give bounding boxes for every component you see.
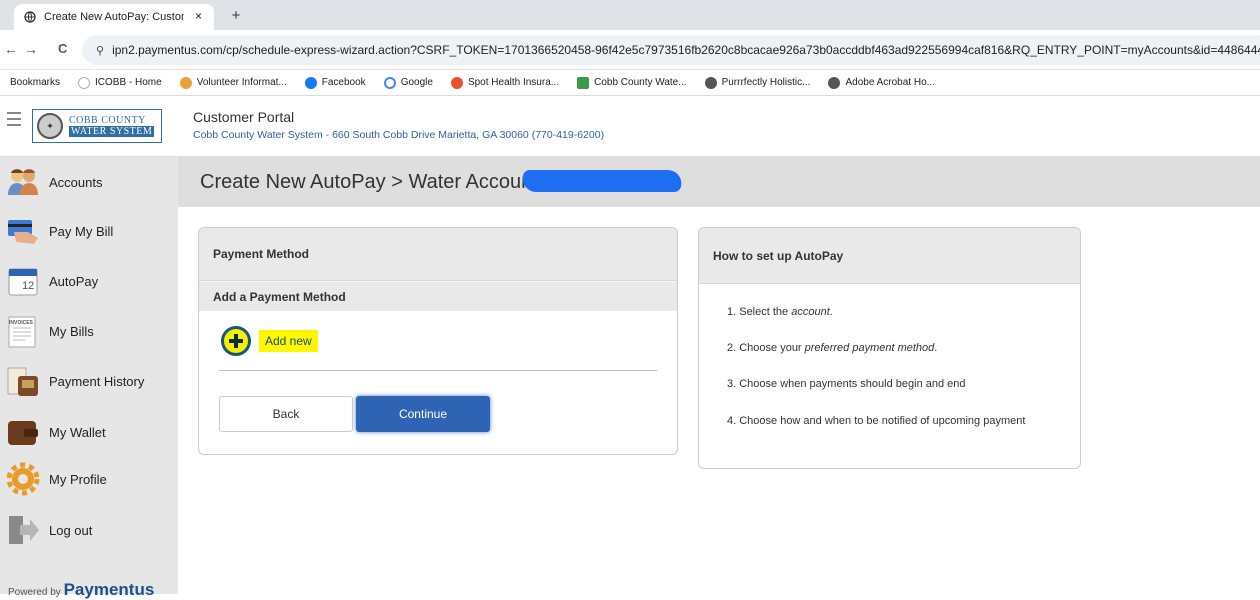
logout-icon (9, 516, 39, 544)
bookmarks-bar: Bookmarks ICOBB - Home Volunteer Informa… (0, 70, 1260, 96)
sidebar-item-label: My Profile (49, 471, 107, 487)
payment-history-icon (7, 367, 38, 396)
add-new-label[interactable]: Add new (259, 330, 318, 352)
url-text: ipn2.paymentus.com/cp/schedule-express-w… (112, 43, 1260, 57)
credit-card-icon (8, 220, 38, 244)
gear-icon (6, 462, 40, 496)
bookmark-icon (577, 76, 590, 89)
card-subheader: Add a Payment Method (199, 281, 677, 311)
facebook-icon (304, 76, 317, 89)
globe-icon (24, 11, 36, 23)
page-title-banner: Create New AutoPay > Water Account # (178, 157, 1260, 207)
payment-method-card: Payment Method Add a Payment Method Add … (198, 227, 678, 455)
howto-step-1: 1. Select the account. (727, 306, 833, 318)
users-icon (8, 169, 38, 195)
card-header: Payment Method (199, 228, 677, 281)
globe-icon (704, 76, 717, 89)
bookmark-icon (179, 76, 192, 89)
bookmark-adobe[interactable]: Adobe Acrobat Ho... (828, 76, 935, 89)
back-arrow-icon[interactable]: ← (4, 41, 18, 57)
bookmark-label: Volunteer Informat... (196, 77, 287, 88)
sidebar-item-label: AutoPay (49, 273, 99, 289)
redaction-mark (520, 170, 684, 192)
sidebar-item-label: Accounts (49, 174, 103, 190)
howto-step-2: 2. Choose your preferred payment method. (727, 342, 938, 354)
sidebar-item-my-bills[interactable]: INVOICES My Bills (0, 311, 178, 351)
howto-step-3: 3. Choose when payments should begin and… (727, 378, 966, 390)
bookmark-icon (450, 76, 463, 89)
logo-line2: WATER SYSTEM (69, 126, 155, 137)
browser-tab-strip: Create New AutoPay: Custome × + (0, 0, 1260, 30)
portal-title: Customer Portal (193, 109, 295, 125)
bookmark-spot-health[interactable]: Spot Health Insura... (450, 76, 560, 89)
invoice-label: INVOICES (9, 320, 33, 326)
sidebar-item-label: Payment History (49, 373, 145, 389)
bookmark-cobb-water[interactable]: Cobb County Wate... (577, 76, 687, 89)
paymentus-logo: Paymentus (63, 580, 155, 599)
howto-step-4: 4. Choose how and when to be notified of… (727, 415, 1026, 427)
sidebar: Accounts Pay My Bill 12 AutoPay INVOICES… (0, 157, 178, 599)
powered-by-paymentus[interactable]: Powered by Paymentus (8, 580, 154, 600)
calendar-day: 12 (22, 280, 35, 292)
globe-icon (828, 76, 841, 89)
sidebar-item-log-out[interactable]: Log out (0, 510, 178, 550)
continue-button[interactable]: Continue (356, 396, 490, 432)
new-tab-button[interactable]: + (226, 7, 246, 25)
forward-arrow-icon[interactable]: → (24, 41, 38, 57)
hamburger-menu-icon[interactable] (7, 112, 21, 126)
sidebar-item-accounts[interactable]: Accounts (0, 162, 178, 202)
card-header: How to set up AutoPay (699, 228, 1080, 284)
bookmark-label: Google (400, 77, 433, 88)
sidebar-item-label: My Bills (49, 323, 94, 339)
bookmark-label: Facebook (321, 77, 366, 88)
bookmark-label: Purrrfectly Holistic... (721, 77, 811, 88)
address-toolbar: ← → C ⚲ ipn2.paymentus.com/cp/schedule-e… (0, 30, 1260, 70)
sidebar-item-my-profile[interactable]: My Profile (0, 459, 178, 499)
tab-title: Create New AutoPay: Custome (44, 11, 184, 23)
back-button[interactable]: Back (219, 396, 353, 432)
logo-line1: COBB COUNTY (69, 115, 146, 126)
bookmark-volunteer[interactable]: Volunteer Informat... (179, 76, 287, 89)
sidebar-item-label: Log out (49, 522, 93, 538)
site-header: ✦ COBB COUNTY WATER SYSTEM Customer Port… (0, 97, 1260, 157)
plus-circle-icon[interactable] (221, 326, 251, 356)
page-title: Create New AutoPay > Water Account # (200, 171, 555, 193)
powered-prefix: Powered by (8, 587, 61, 598)
bookmark-facebook[interactable]: Facebook (304, 76, 366, 89)
sidebar-item-my-wallet[interactable]: My Wallet (0, 412, 178, 452)
bookmark-label: ICOBB - Home (95, 77, 162, 88)
bookmark-label: Adobe Acrobat Ho... (845, 77, 935, 88)
bookmark-label: Spot Health Insura... (467, 77, 560, 88)
bookmark-google[interactable]: Google (383, 76, 433, 89)
bookmark-icobb[interactable]: ICOBB - Home (78, 76, 162, 89)
cobb-county-logo[interactable]: ✦ COBB COUNTY WATER SYSTEM (32, 109, 162, 143)
sidebar-item-label: My Wallet (49, 424, 106, 440)
url-bar[interactable]: ⚲ ipn2.paymentus.com/cp/schedule-express… (82, 35, 1260, 65)
browser-tab[interactable]: Create New AutoPay: Custome × (14, 4, 214, 30)
add-new-payment-method[interactable]: Add new (221, 326, 318, 356)
bookmark-label: Cobb County Wate... (594, 77, 687, 88)
sidebar-item-pay-my-bill[interactable]: Pay My Bill (0, 211, 178, 251)
county-seal-icon: ✦ (37, 113, 63, 139)
howto-card: How to set up AutoPay 1. Select the acco… (698, 227, 1081, 469)
divider (219, 370, 657, 371)
portal-subtitle[interactable]: Cobb County Water System - 660 South Cob… (193, 129, 604, 141)
site-info-icon[interactable]: ⚲ (96, 44, 104, 57)
reload-icon[interactable]: C (58, 41, 67, 56)
bookmark-icon (78, 76, 91, 89)
google-icon (383, 76, 396, 89)
sidebar-item-payment-history[interactable]: Payment History (0, 361, 178, 401)
wallet-icon (8, 421, 38, 445)
tab-close-icon[interactable]: × (195, 9, 202, 23)
bookmarks-label[interactable]: Bookmarks (10, 77, 60, 88)
bookmark-purrrfectly[interactable]: Purrrfectly Holistic... (704, 76, 811, 89)
sidebar-item-label: Pay My Bill (49, 223, 114, 239)
sidebar-item-autopay[interactable]: 12 AutoPay (0, 261, 178, 301)
